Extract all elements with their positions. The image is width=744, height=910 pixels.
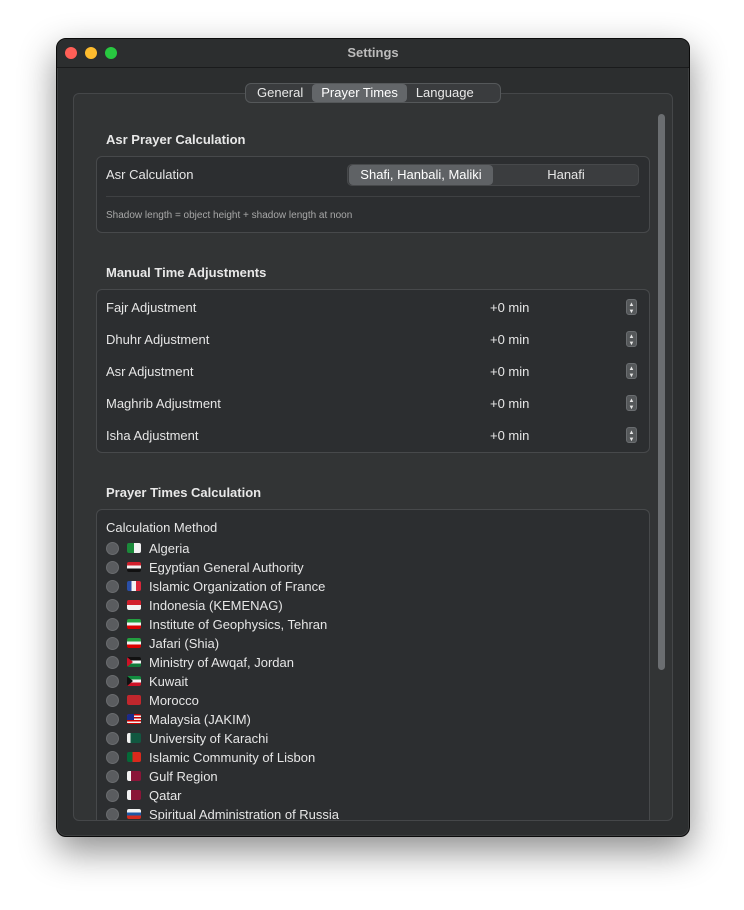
method-option[interactable]: Kuwait bbox=[106, 672, 188, 690]
flag-eg-icon bbox=[127, 562, 141, 572]
method-label: Institute of Geophysics, Tehran bbox=[149, 616, 328, 632]
method-option[interactable]: Islamic Community of Lisbon bbox=[106, 748, 315, 766]
method-option[interactable]: Spiritual Administration of Russia bbox=[106, 805, 340, 821]
method-label: Indonesia (KEMENAG) bbox=[149, 597, 283, 613]
radio-button[interactable] bbox=[106, 769, 119, 783]
asr-calculation-label: Asr Calculation bbox=[106, 167, 194, 182]
adjustments-group: Fajr Adjustment +0 min ▲ ▼ Dhuhr Adjustme… bbox=[96, 289, 650, 453]
flag-jo-icon bbox=[127, 657, 141, 667]
radio-button[interactable] bbox=[106, 807, 119, 820]
asr-adjust-stepper[interactable]: ▲ ▼ bbox=[626, 363, 637, 379]
radio-button[interactable] bbox=[106, 579, 119, 593]
asr-adjust-label: Asr Adjustment bbox=[106, 364, 194, 379]
radio-button[interactable] bbox=[106, 750, 119, 764]
method-label: Jafari (Shia) bbox=[149, 635, 220, 651]
radio-button[interactable] bbox=[106, 541, 119, 555]
isha-adjust-value: +0 min bbox=[490, 428, 530, 443]
method-option[interactable]: Qatar bbox=[106, 786, 182, 804]
isha-adjust-label: Isha Adjustment bbox=[106, 428, 199, 443]
tab-bar: General Prayer Times Language bbox=[245, 83, 501, 103]
asr-option-hanafi[interactable]: Hanafi bbox=[494, 165, 638, 185]
flag-kw-icon bbox=[127, 676, 141, 686]
fajr-adjust-stepper[interactable]: ▲ ▼ bbox=[626, 299, 637, 315]
radio-button[interactable] bbox=[106, 655, 119, 669]
isha-adjust-stepper[interactable]: ▲ ▼ bbox=[626, 427, 637, 443]
flag-qa-icon bbox=[127, 790, 141, 800]
method-label: Egyptian General Authority bbox=[149, 559, 304, 575]
method-label: Morocco bbox=[149, 692, 199, 708]
tab-language[interactable]: Language bbox=[407, 84, 483, 102]
asr-method-segmented-control: Shafi, Hanbali, Maliki Hanafi bbox=[347, 164, 639, 186]
method-label: Malaysia (JAKIM) bbox=[149, 711, 251, 727]
method-option[interactable]: Islamic Organization of France bbox=[106, 577, 325, 595]
radio-button[interactable] bbox=[106, 598, 119, 612]
settings-window: Settings General Prayer Times Language A… bbox=[56, 38, 690, 837]
flag-pk-icon bbox=[127, 733, 141, 743]
method-label: Gulf Region bbox=[149, 768, 218, 784]
method-label: Spiritual Administration of Russia bbox=[149, 806, 340, 821]
tab-content-panel: Asr Prayer Calculation Asr Calculation S… bbox=[73, 93, 673, 821]
adjust-section-title: Manual Time Adjustments bbox=[106, 265, 267, 280]
flag-dz-icon bbox=[127, 543, 141, 553]
method-label: Kuwait bbox=[149, 673, 189, 689]
tab-general[interactable]: General bbox=[248, 84, 312, 102]
maghrib-adjust-label: Maghrib Adjustment bbox=[106, 396, 221, 411]
radio-button[interactable] bbox=[106, 712, 119, 726]
radio-button[interactable] bbox=[106, 693, 119, 707]
flag-fr-icon bbox=[127, 581, 141, 591]
radio-button[interactable] bbox=[106, 788, 119, 802]
method-label: Ministry of Awqaf, Jordan bbox=[149, 654, 294, 670]
radio-button[interactable] bbox=[106, 560, 119, 574]
method-option[interactable]: Morocco bbox=[106, 691, 199, 709]
flag-my-icon bbox=[127, 714, 141, 724]
maghrib-adjust-stepper[interactable]: ▲ ▼ bbox=[626, 395, 637, 411]
tab-prayer-times[interactable]: Prayer Times bbox=[312, 84, 407, 102]
flag-ir-icon bbox=[127, 638, 141, 648]
method-label: University of Karachi bbox=[149, 730, 269, 746]
method-option[interactable]: Malaysia (JAKIM) bbox=[106, 710, 251, 728]
method-option[interactable]: Jafari (Shia) bbox=[106, 634, 219, 652]
flag-id-icon bbox=[127, 600, 141, 610]
fajr-adjust-label: Fajr Adjustment bbox=[106, 300, 197, 315]
radio-button[interactable] bbox=[106, 636, 119, 650]
dhuhr-adjust-label: Dhuhr Adjustment bbox=[106, 332, 210, 347]
calculation-method-label: Calculation Method bbox=[106, 520, 218, 535]
asr-divider bbox=[106, 196, 640, 197]
flag-qa-icon bbox=[127, 771, 141, 781]
asr-hint-text: Shadow length = object height + shadow l… bbox=[106, 210, 353, 221]
method-label: Islamic Organization of France bbox=[149, 578, 326, 594]
calculation-method-group: Calculation Method Algeria Egyptian Gener… bbox=[96, 509, 650, 821]
scrollbar-thumb[interactable] bbox=[658, 114, 665, 670]
method-label: Islamic Community of Lisbon bbox=[149, 749, 316, 765]
method-label: Qatar bbox=[149, 787, 182, 803]
method-option[interactable]: Institute of Geophysics, Tehran bbox=[106, 615, 327, 633]
flag-ma-icon bbox=[127, 695, 141, 705]
flag-ir-icon bbox=[127, 619, 141, 629]
maghrib-adjust-value: +0 min bbox=[490, 396, 530, 411]
method-option[interactable]: Algeria bbox=[106, 539, 189, 557]
method-option[interactable]: Egyptian General Authority bbox=[106, 558, 304, 576]
radio-button[interactable] bbox=[106, 674, 119, 688]
method-label: Algeria bbox=[149, 540, 190, 556]
method-option[interactable]: Ministry of Awqaf, Jordan bbox=[106, 653, 294, 671]
method-section-title: Prayer Times Calculation bbox=[106, 485, 262, 500]
asr-section-title: Asr Prayer Calculation bbox=[106, 132, 246, 147]
flag-pt-icon bbox=[127, 752, 141, 762]
fajr-adjust-value: +0 min bbox=[490, 300, 530, 315]
asr-option-shafi[interactable]: Shafi, Hanbali, Maliki bbox=[349, 165, 493, 185]
asr-calculation-group: Asr Calculation Shafi, Hanbali, Maliki H… bbox=[96, 156, 650, 233]
dhuhr-adjust-stepper[interactable]: ▲ ▼ bbox=[626, 331, 637, 347]
method-option[interactable]: Gulf Region bbox=[106, 767, 218, 785]
title-bar: Settings bbox=[57, 39, 689, 68]
method-option[interactable]: University of Karachi bbox=[106, 729, 268, 747]
method-option[interactable]: Indonesia (KEMENAG) bbox=[106, 596, 283, 614]
flag-ru-icon bbox=[127, 809, 141, 819]
radio-button[interactable] bbox=[106, 617, 119, 631]
asr-adjust-value: +0 min bbox=[490, 364, 530, 379]
radio-button[interactable] bbox=[106, 731, 119, 745]
dhuhr-adjust-value: +0 min bbox=[490, 332, 530, 347]
window-title: Settings bbox=[347, 45, 399, 60]
